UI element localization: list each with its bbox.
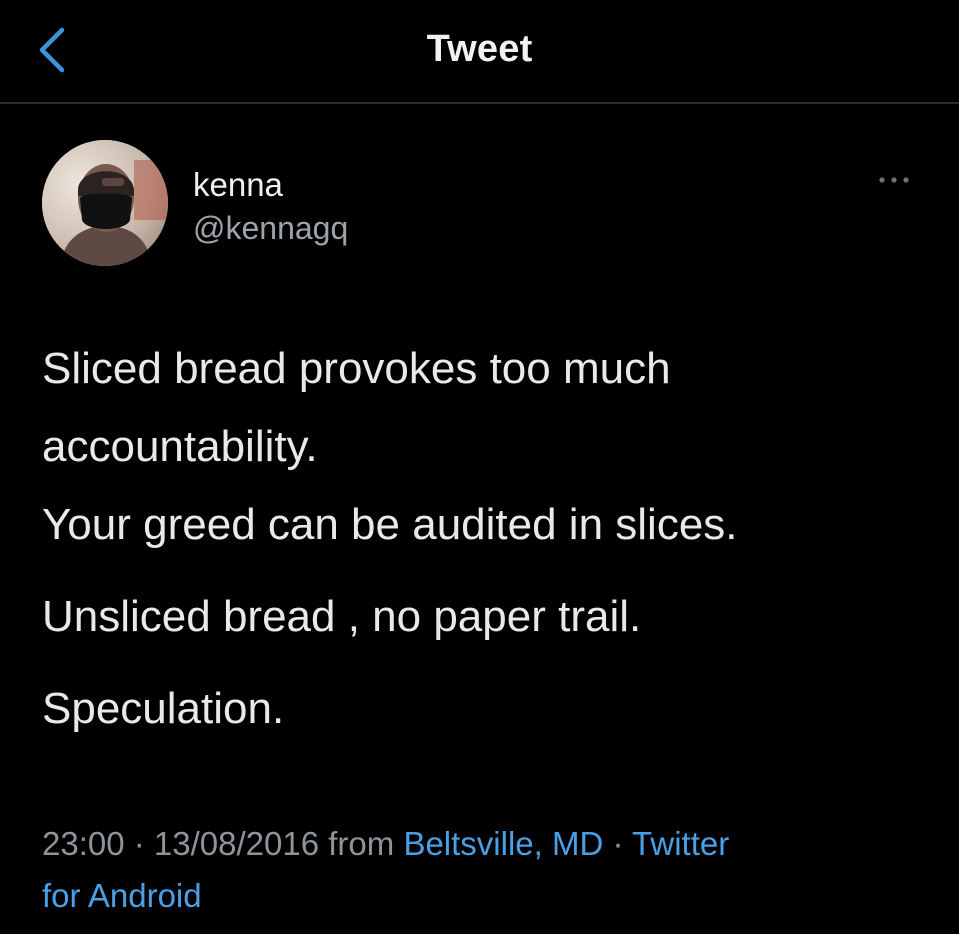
top-navigation-bar: Tweet xyxy=(0,0,959,104)
tweet-metadata: 23:00 · 13/08/2016 from Beltsville, MD ·… xyxy=(42,818,922,922)
meta-separator: · xyxy=(603,825,633,862)
tweet-text-line: accountability. xyxy=(42,422,318,471)
location-link[interactable]: Beltsville, MD xyxy=(403,825,603,862)
source-link-continued[interactable]: for Android xyxy=(42,877,202,914)
avatar[interactable] xyxy=(42,140,168,266)
more-options-button[interactable] xyxy=(870,168,918,192)
page-title: Tweet xyxy=(426,28,533,70)
tweet-text-line: Your greed can be audited in slices. xyxy=(42,500,738,549)
tweet-text-line: Speculation. xyxy=(42,684,285,733)
author-handle[interactable]: @kennagq xyxy=(193,210,348,247)
more-horizontal-icon xyxy=(879,177,909,183)
meta-separator: · xyxy=(124,825,154,862)
source-link[interactable]: Twitter xyxy=(632,825,729,862)
tweet-text: Sliced bread provokes too much accountab… xyxy=(42,330,922,748)
tweet-text-line: Unsliced bread , no paper trail. xyxy=(42,592,642,641)
tweet-date: 13/08/2016 xyxy=(153,825,320,862)
from-label: from xyxy=(319,825,404,862)
avatar-image xyxy=(42,140,168,266)
tweet-text-line: Sliced bread provokes too much xyxy=(42,344,671,393)
author-display-name[interactable]: kenna xyxy=(193,166,283,204)
tweet-time: 23:00 xyxy=(42,825,125,862)
